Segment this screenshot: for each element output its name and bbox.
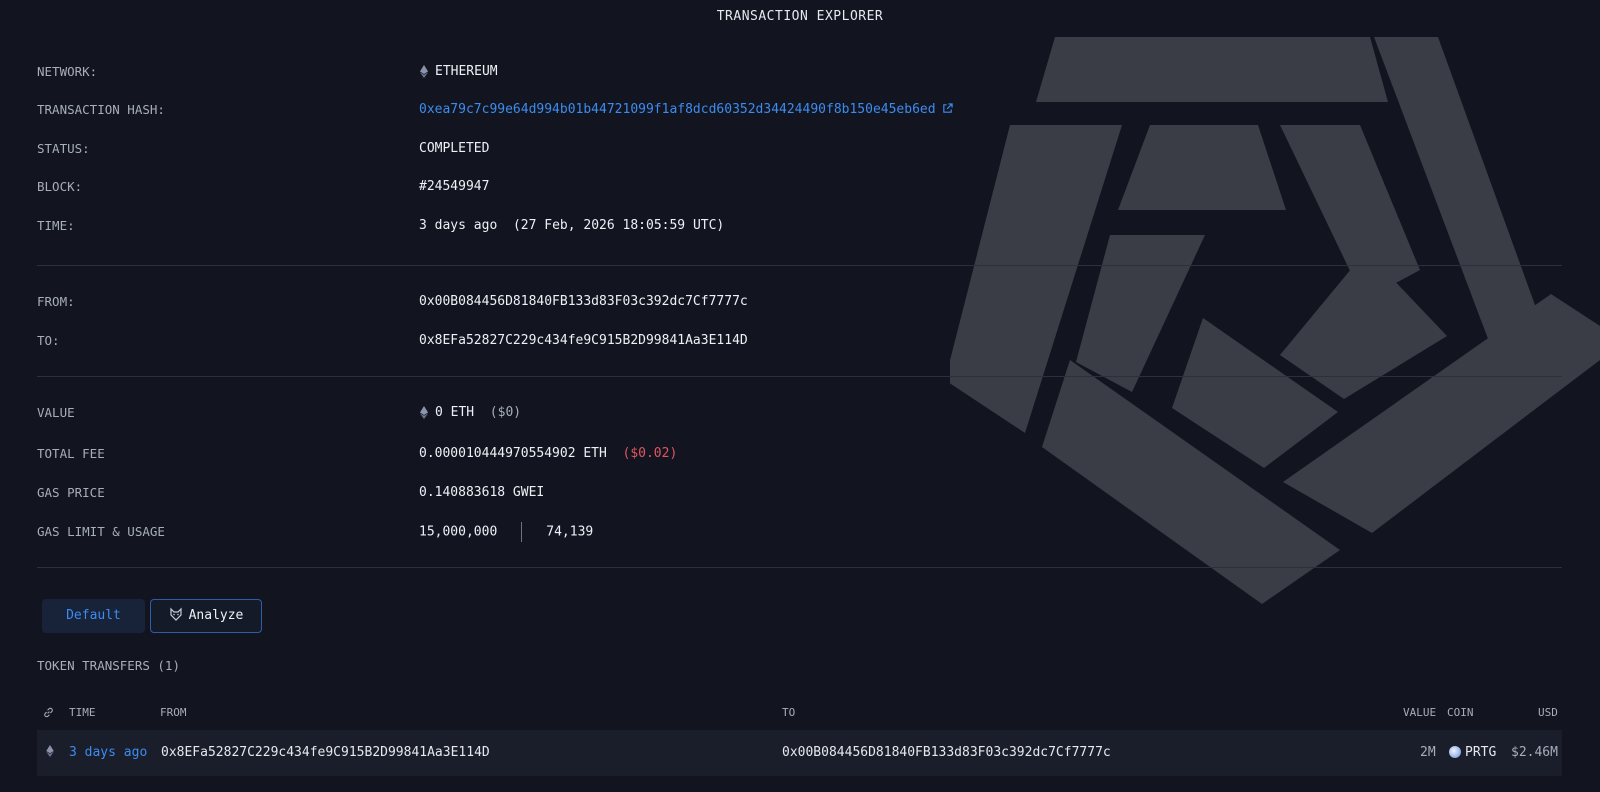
hash-row: TRANSACTION HASH: 0xea79c7c99e64d994b01b… bbox=[37, 100, 1537, 120]
fee-amount: 0.000010444970554902 ETH ($0.02) bbox=[419, 444, 677, 464]
page-title: TRANSACTION EXPLORER bbox=[716, 9, 884, 24]
external-link-icon[interactable] bbox=[942, 103, 953, 114]
divider bbox=[37, 567, 1562, 568]
status-label: STATUS: bbox=[37, 141, 90, 156]
to-address[interactable]: 0x8EFa52827C229c434fe9C915B2D99841Aa3E11… bbox=[419, 331, 748, 351]
ethereum-icon bbox=[419, 406, 429, 419]
value-usd: ($0) bbox=[489, 405, 522, 420]
fee-usd: ($0.02) bbox=[622, 446, 678, 461]
block-label: BLOCK: bbox=[37, 179, 83, 194]
table-row[interactable]: 3 days ago 0x8EFa52827C229c434fe9C915B2D… bbox=[37, 730, 1562, 776]
coin-icon bbox=[1449, 746, 1461, 758]
value-label: VALUE bbox=[37, 405, 75, 420]
row-time[interactable]: 3 days ago bbox=[69, 730, 147, 776]
value-amount: 0 ETH ($0) bbox=[419, 403, 521, 423]
column-to: TO bbox=[782, 706, 796, 719]
fox-icon bbox=[169, 607, 182, 621]
row-value: 2M bbox=[1420, 745, 1436, 760]
from-address[interactable]: 0x00B084456D81840FB133d83F03c392dc7Cf777… bbox=[419, 292, 748, 312]
gas-limit: 15,000,000 bbox=[419, 524, 498, 540]
tab-analyze[interactable]: Analyze bbox=[150, 599, 262, 633]
ethereum-icon bbox=[46, 745, 54, 757]
column-usd: USD bbox=[1538, 706, 1558, 719]
row-coin-label: PRTG bbox=[1465, 745, 1497, 760]
transaction-hash-link[interactable]: 0xea79c7c99e64d994b01b44721099f1af8dcd60… bbox=[419, 102, 936, 117]
value-row: VALUE 0 ETH ($0) bbox=[37, 403, 1537, 423]
to-label: TO: bbox=[37, 333, 60, 348]
row-chain bbox=[46, 730, 54, 776]
divider bbox=[37, 376, 1562, 377]
network-value: ETHEREUM bbox=[419, 62, 498, 82]
status-row: STATUS: COMPLETED bbox=[37, 139, 1537, 159]
gas-price-row: GAS PRICE 0.140883618 GWEI bbox=[37, 483, 1537, 503]
time-relative: 3 days ago bbox=[419, 218, 498, 233]
gas-limit-value: 15,000,000 74,139 bbox=[419, 522, 593, 543]
column-time: TIME bbox=[69, 706, 96, 719]
fee-label: TOTAL FEE bbox=[37, 446, 105, 461]
fee-row: TOTAL FEE 0.000010444970554902 ETH ($0.0… bbox=[37, 444, 1537, 464]
column-from: FROM bbox=[160, 706, 187, 719]
network-row: NETWORK: ETHEREUM bbox=[37, 62, 1537, 82]
gas-limit-row: GAS LIMIT & USAGE 15,000,000 74,139 bbox=[37, 522, 1537, 542]
from-row: FROM: 0x00B084456D81840FB133d83F03c392dc… bbox=[37, 292, 1537, 312]
gas-limit-label: GAS LIMIT & USAGE bbox=[37, 524, 165, 539]
fee-eth: 0.000010444970554902 ETH bbox=[419, 446, 607, 461]
gas-usage: 74,139 bbox=[546, 524, 594, 540]
value-eth: 0 ETH bbox=[435, 405, 475, 420]
network-label: NETWORK: bbox=[37, 64, 98, 79]
block-number: #24549947 bbox=[419, 179, 490, 194]
row-from[interactable]: 0x8EFa52827C229c434fe9C915B2D99841Aa3E11… bbox=[161, 730, 490, 776]
network-name: ETHEREUM bbox=[435, 64, 498, 79]
hash-label: TRANSACTION HASH: bbox=[37, 102, 165, 117]
tab-default[interactable]: Default bbox=[42, 599, 145, 633]
time-row: TIME: 3 days ago (27 Feb, 2026 18:05:59 … bbox=[37, 216, 1537, 236]
link-icon bbox=[44, 707, 53, 718]
divider bbox=[37, 265, 1562, 266]
ethereum-icon bbox=[419, 65, 429, 78]
gas-price-value: 0.140883618 GWEI bbox=[419, 485, 545, 500]
status-badge: COMPLETED bbox=[419, 141, 490, 156]
to-row: TO: 0x8EFa52827C229c434fe9C915B2D99841Aa… bbox=[37, 331, 1537, 351]
block-row: BLOCK: #24549947 bbox=[37, 177, 1537, 197]
gas-separator bbox=[521, 522, 523, 542]
column-value: VALUE bbox=[1403, 706, 1437, 719]
row-usd: $2.46M bbox=[1511, 745, 1558, 760]
tab-analyze-label: Analyze bbox=[188, 608, 244, 623]
row-to[interactable]: 0x00B084456D81840FB133d83F03c392dc7Cf777… bbox=[782, 730, 1111, 776]
hash-value: 0xea79c7c99e64d994b01b44721099f1af8dcd60… bbox=[419, 100, 953, 120]
from-label: FROM: bbox=[37, 294, 75, 309]
time-value: 3 days ago (27 Feb, 2026 18:05:59 UTC) bbox=[419, 216, 724, 236]
token-transfers-title: TOKEN TRANSFERS (1) bbox=[37, 658, 180, 673]
time-label: TIME: bbox=[37, 218, 75, 233]
time-absolute: (27 Feb, 2026 18:05:59 UTC) bbox=[512, 218, 725, 233]
row-coin[interactable]: PRTG bbox=[1449, 730, 1496, 776]
column-coin: COIN bbox=[1447, 706, 1474, 719]
gas-price-label: GAS PRICE bbox=[37, 485, 105, 500]
